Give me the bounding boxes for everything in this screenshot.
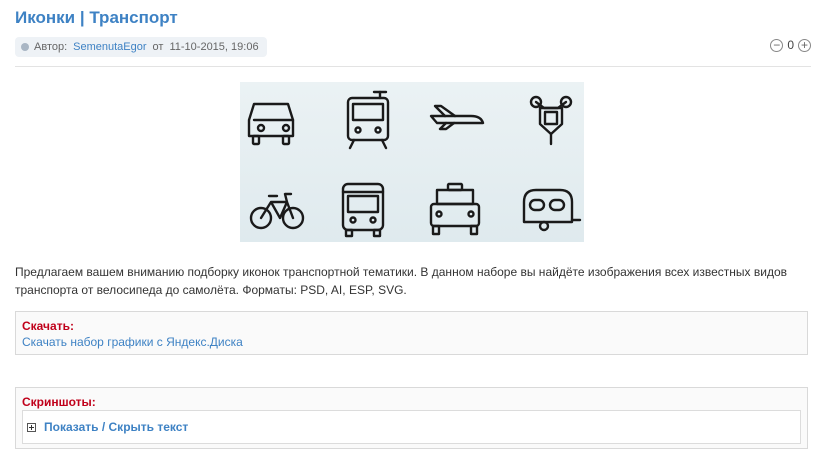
spoiler-toggle[interactable]: Показать / Скрыть текст bbox=[22, 410, 801, 444]
date-prefix: от bbox=[152, 41, 164, 53]
motorcycle-icon bbox=[529, 95, 573, 146]
author-label: Автор: bbox=[34, 41, 68, 53]
download-box: Скачать: Скачать набор графики с Яндекс.… bbox=[15, 311, 808, 355]
download-title: Скачать: bbox=[22, 319, 74, 333]
author-link[interactable]: SemenutaEgor bbox=[73, 41, 146, 53]
download-link[interactable]: Скачать набор графики с Яндекс.Диска bbox=[22, 335, 243, 349]
expand-plus-icon[interactable] bbox=[27, 422, 36, 432]
screenshots-title: Скриншоты: bbox=[22, 395, 96, 409]
preview-image bbox=[240, 82, 584, 242]
divider bbox=[15, 66, 811, 67]
spoiler-label[interactable]: Показать / Скрыть текст bbox=[44, 420, 188, 434]
rating-count: 0 bbox=[787, 38, 794, 52]
caravan-icon bbox=[522, 188, 582, 232]
article-meta: Автор: SemenutaEgor от 11-10-2015, 19:06 bbox=[15, 37, 267, 57]
car-icon bbox=[247, 102, 295, 146]
bicycle-icon bbox=[249, 192, 305, 230]
tram-icon bbox=[346, 90, 390, 150]
article-description: Предлагаем вашем вниманию подборку иконо… bbox=[15, 265, 788, 297]
screenshots-box: Скриншоты: Показать / Скрыть текст bbox=[15, 387, 808, 449]
plus-circle-icon[interactable]: + bbox=[798, 38, 811, 52]
bus-icon bbox=[341, 182, 385, 238]
taxi-icon bbox=[429, 182, 481, 236]
publish-date: 11-10-2015, 19:06 bbox=[169, 41, 259, 53]
rating-widget: − 0 + bbox=[770, 37, 811, 53]
airplane-icon bbox=[429, 104, 485, 131]
page-title[interactable]: Иконки | Транспорт bbox=[15, 8, 178, 28]
minus-circle-icon[interactable]: − bbox=[770, 38, 784, 52]
info-icon bbox=[21, 43, 29, 51]
